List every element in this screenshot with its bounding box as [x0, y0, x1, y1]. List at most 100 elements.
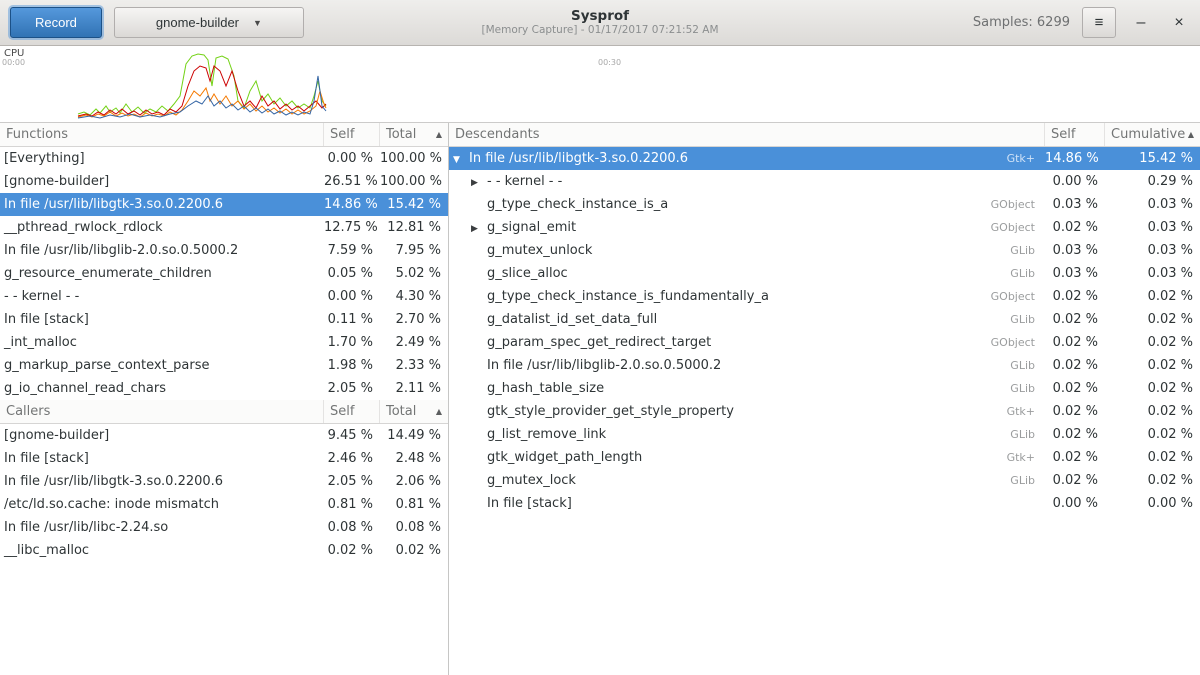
table-row[interactable]: g_io_channel_read_chars2.05 %2.11 % — [0, 377, 448, 400]
column-header-cumulative[interactable]: Cumulative ▲ — [1105, 123, 1200, 146]
expander-icon[interactable]: ▶ — [471, 224, 487, 234]
column-header-total[interactable]: Total ▲ — [380, 123, 448, 146]
table-row[interactable]: g_param_spec_get_redirect_targetGObject0… — [449, 331, 1200, 354]
table-row[interactable]: g_markup_parse_context_parse1.98 %2.33 % — [0, 354, 448, 377]
column-header-functions[interactable]: Functions — [0, 123, 324, 146]
record-button[interactable]: Record — [10, 7, 102, 38]
table-row[interactable]: [gnome-builder]9.45 %14.49 % — [0, 424, 448, 447]
function-name-cell: [gnome-builder] — [0, 428, 324, 443]
function-name-cell: g_io_channel_read_chars — [0, 381, 324, 396]
table-row[interactable]: In file /usr/lib/libc-2.24.so0.08 %0.08 … — [0, 516, 448, 539]
table-row[interactable]: [Everything]0.00 %100.00 % — [0, 147, 448, 170]
function-name: In file [stack] — [487, 496, 572, 511]
library-tag: Gtk+ — [973, 451, 1045, 464]
cpu-graph[interactable]: CPU 00:00 00:30 — [0, 46, 1200, 123]
library-tag: Gtk+ — [973, 152, 1045, 165]
descendant-name-cell: ▼In file /usr/lib/libgtk-3.so.0.2200.6 — [449, 151, 973, 166]
table-row[interactable]: gtk_style_provider_get_style_propertyGtk… — [449, 400, 1200, 423]
table-row[interactable]: g_list_remove_linkGLib0.02 %0.02 % — [449, 423, 1200, 446]
table-row[interactable]: In file /usr/lib/libgtk-3.so.0.2200.614.… — [0, 193, 448, 216]
descendant-name-cell: g_slice_alloc — [449, 266, 973, 281]
table-row[interactable]: g_hash_table_sizeGLib0.02 %0.02 % — [449, 377, 1200, 400]
content-area: Functions Self Total ▲ [Everything]0.00 … — [0, 123, 1200, 675]
right-pane: Descendants Self Cumulative ▲ ▼In file /… — [449, 123, 1200, 675]
column-header-cumulative-label: Cumulative — [1111, 127, 1185, 142]
cumulative-cell: 0.02 % — [1105, 404, 1200, 419]
function-name-cell: [Everything] — [0, 151, 324, 166]
column-header-self[interactable]: Self — [324, 400, 380, 423]
function-name-cell: - - kernel - - — [0, 289, 324, 304]
function-name: g_type_check_instance_is_a — [487, 197, 668, 212]
function-name: g_type_check_instance_is_fundamentally_a — [487, 289, 769, 304]
table-row[interactable]: __libc_malloc0.02 %0.02 % — [0, 539, 448, 562]
table-row[interactable]: In file /usr/lib/libglib-2.0.so.0.5000.2… — [0, 239, 448, 262]
library-tag: GObject — [973, 221, 1045, 234]
table-row[interactable]: g_type_check_instance_is_aGObject0.03 %0… — [449, 193, 1200, 216]
column-header-self[interactable]: Self — [1045, 123, 1105, 146]
cumulative-cell: 0.02 % — [1105, 427, 1200, 442]
table-row[interactable]: g_resource_enumerate_children0.05 %5.02 … — [0, 262, 448, 285]
table-row[interactable]: g_mutex_lockGLib0.02 %0.02 % — [449, 469, 1200, 492]
column-header-total[interactable]: Total ▲ — [380, 400, 448, 423]
library-tag: GLib — [973, 428, 1045, 441]
self-cell: 0.02 % — [1045, 335, 1105, 350]
table-row[interactable]: In file [stack]0.00 %0.00 % — [449, 492, 1200, 515]
table-row[interactable]: __pthread_rwlock_rdlock12.75 %12.81 % — [0, 216, 448, 239]
table-row[interactable]: g_slice_allocGLib0.03 %0.03 % — [449, 262, 1200, 285]
descendant-name-cell: In file [stack] — [449, 496, 973, 511]
table-row[interactable]: g_type_check_instance_is_fundamentally_a… — [449, 285, 1200, 308]
self-cell: 0.02 % — [1045, 473, 1105, 488]
column-header-self[interactable]: Self — [324, 123, 380, 146]
table-row[interactable]: /etc/ld.so.cache: inode mismatch0.81 %0.… — [0, 493, 448, 516]
table-row[interactable]: g_mutex_unlockGLib0.03 %0.03 % — [449, 239, 1200, 262]
table-row[interactable]: ▼In file /usr/lib/libgtk-3.so.0.2200.6Gt… — [449, 147, 1200, 170]
table-row[interactable]: [gnome-builder]26.51 %100.00 % — [0, 170, 448, 193]
library-tag: GObject — [973, 290, 1045, 303]
expander-icon[interactable]: ▼ — [453, 155, 469, 165]
table-row[interactable]: - - kernel - -0.00 %4.30 % — [0, 285, 448, 308]
self-cell: 1.98 % — [324, 358, 380, 373]
self-cell: 14.86 % — [324, 197, 380, 212]
minimize-button[interactable]: – — [1128, 10, 1154, 36]
close-button[interactable]: × — [1166, 10, 1192, 36]
descendant-name-cell: g_mutex_lock — [449, 473, 973, 488]
column-header-descendants[interactable]: Descendants — [449, 123, 1045, 146]
table-row[interactable]: _int_malloc1.70 %2.49 % — [0, 331, 448, 354]
table-row[interactable]: In file [stack]0.11 %2.70 % — [0, 308, 448, 331]
self-cell: 0.00 % — [324, 289, 380, 304]
self-cell: 0.02 % — [1045, 220, 1105, 235]
table-row[interactable]: g_datalist_id_set_data_fullGLib0.02 %0.0… — [449, 308, 1200, 331]
self-cell: 0.03 % — [1045, 243, 1105, 258]
self-cell: 0.00 % — [1045, 174, 1105, 189]
library-tag: GLib — [973, 267, 1045, 280]
cpu-graph-svg — [0, 46, 1200, 122]
total-cell: 15.42 % — [380, 197, 448, 212]
cumulative-cell: 0.02 % — [1105, 450, 1200, 465]
process-selector-dropdown[interactable]: gnome-builder ▼ — [114, 7, 304, 38]
table-row[interactable]: In file [stack]2.46 %2.48 % — [0, 447, 448, 470]
column-header-callers[interactable]: Callers — [0, 400, 324, 423]
table-row[interactable]: In file /usr/lib/libgtk-3.so.0.2200.62.0… — [0, 470, 448, 493]
self-cell: 0.02 % — [1045, 358, 1105, 373]
self-cell: 0.08 % — [324, 520, 380, 535]
function-name: g_mutex_lock — [487, 473, 576, 488]
function-name: g_mutex_unlock — [487, 243, 592, 258]
self-cell: 0.02 % — [1045, 289, 1105, 304]
expander-icon[interactable]: ▶ — [471, 178, 487, 188]
descendant-name-cell: g_datalist_id_set_data_full — [449, 312, 973, 327]
function-name-cell: In file /usr/lib/libgtk-3.so.0.2200.6 — [0, 197, 324, 212]
function-name-cell: In file [stack] — [0, 312, 324, 327]
descendant-name-cell: In file /usr/lib/libglib-2.0.so.0.5000.2 — [449, 358, 973, 373]
function-name-cell: g_markup_parse_context_parse — [0, 358, 324, 373]
library-tag: GLib — [973, 313, 1045, 326]
function-name: g_param_spec_get_redirect_target — [487, 335, 711, 350]
total-cell: 2.06 % — [380, 474, 448, 489]
table-row[interactable]: In file /usr/lib/libglib-2.0.so.0.5000.2… — [449, 354, 1200, 377]
table-row[interactable]: ▶g_signal_emitGObject0.02 %0.03 % — [449, 216, 1200, 239]
hamburger-menu-button[interactable]: ≡ — [1082, 7, 1116, 38]
library-tag: GLib — [973, 474, 1045, 487]
function-name-cell: [gnome-builder] — [0, 174, 324, 189]
table-row[interactable]: ▶- - kernel - -0.00 %0.29 % — [449, 170, 1200, 193]
samples-count: Samples: 6299 — [973, 15, 1070, 30]
table-row[interactable]: gtk_widget_path_lengthGtk+0.02 %0.02 % — [449, 446, 1200, 469]
